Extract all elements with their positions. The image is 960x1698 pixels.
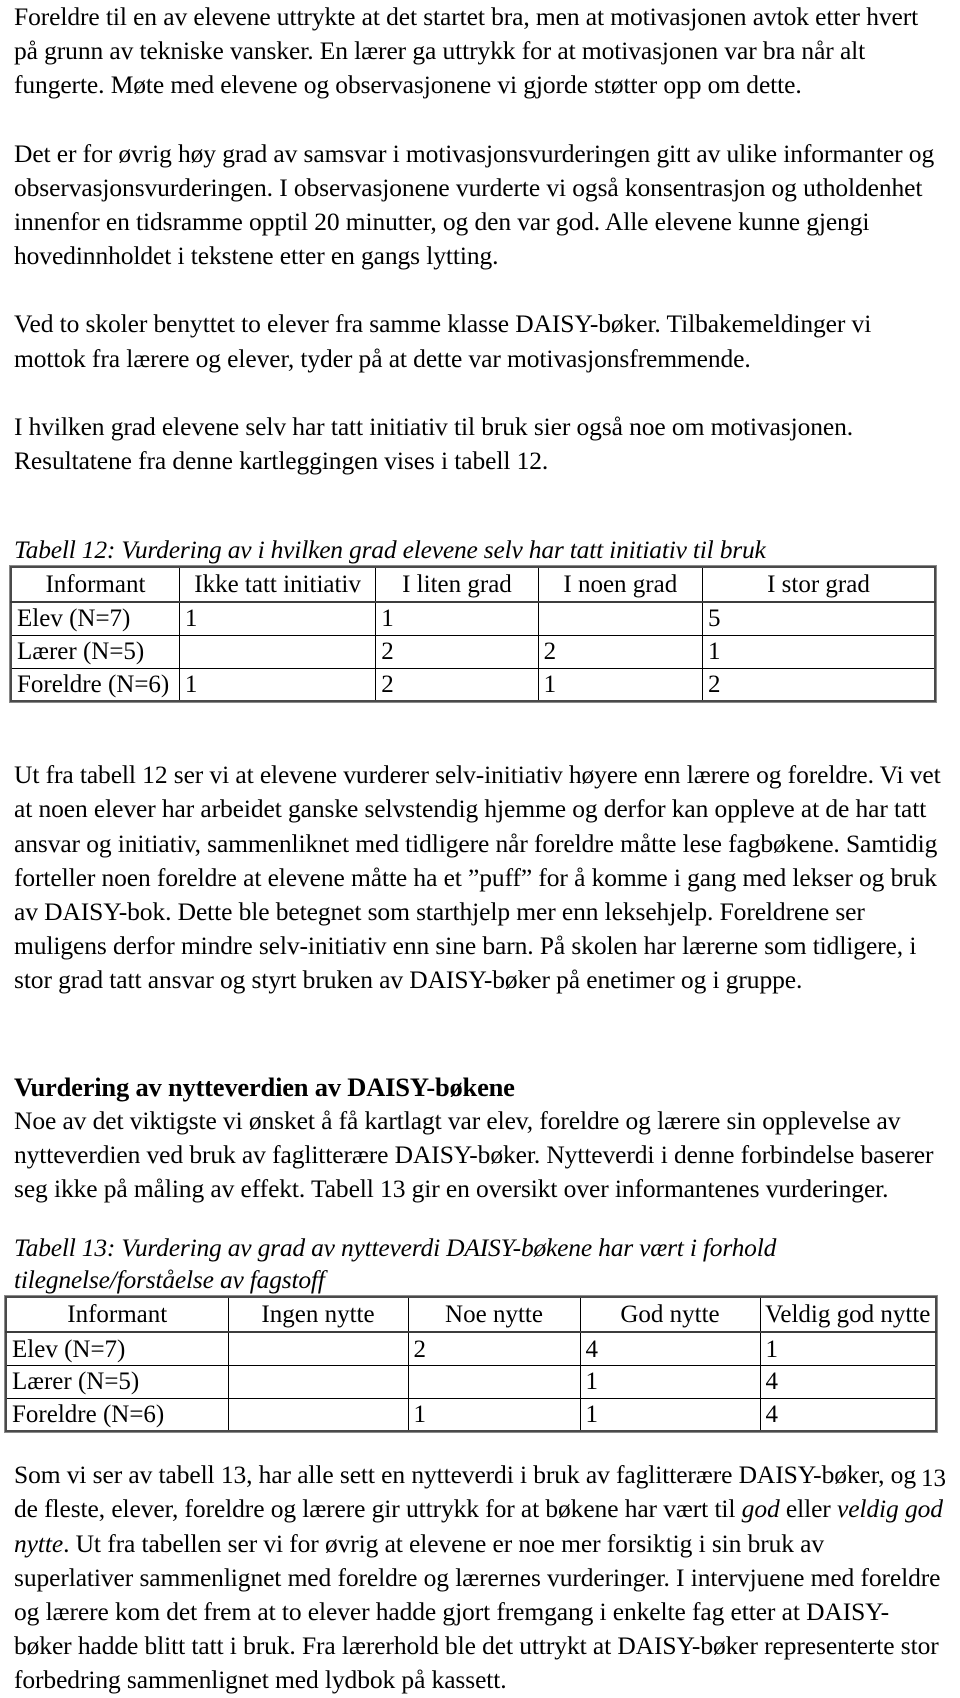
table-12-header-row: Informant Ikke tatt initiativ I liten gr… (10, 566, 936, 604)
table-13-header-cell: Veldig god nytte (759, 1296, 937, 1334)
table-12-cell: 2 (701, 667, 936, 702)
table-13-cell: 4 (579, 1331, 761, 1366)
table-12-cell (537, 601, 703, 636)
document-page: Foreldre til en av elevene uttrykte at d… (0, 0, 960, 1694)
table-12-row-label: Elev (N=7) (10, 601, 180, 636)
table-13-row-label: Elev (N=7) (5, 1331, 229, 1366)
table-12-cell: 2 (537, 634, 703, 669)
table-13-cell: 4 (759, 1397, 937, 1432)
paragraph-2: Det er for øvrig høy grad av samsvar i m… (14, 138, 935, 271)
paragraph-1: Foreldre til en av elevene uttrykte at d… (14, 2, 919, 100)
table-row: Lærer (N=5) 1 4 (5, 1364, 937, 1399)
emphasis-god: god (741, 1494, 780, 1524)
table-13: Informant Ingen nytte Noe nytte God nytt… (4, 1295, 938, 1434)
table-row: Foreldre (N=6) 1 1 4 (5, 1397, 937, 1432)
paragraph-5: Ut fra tabell 12 ser vi at elevene vurde… (14, 760, 941, 995)
paragraph-7-part-3: . Ut fra tabellen ser vi for øvrig at el… (14, 1528, 941, 1695)
table-row: Elev (N=7) 2 4 1 (5, 1331, 937, 1366)
table-12-header-cell: I stor grad (701, 566, 936, 604)
table-13-header-row: Informant Ingen nytte Noe nytte God nytt… (5, 1296, 937, 1334)
table-row: Foreldre (N=6) 1 2 1 2 (10, 667, 936, 702)
table-13-cell: 1 (579, 1397, 761, 1432)
table-13-header-cell: Ingen nytte (227, 1296, 409, 1334)
table-13-header-cell: Informant (5, 1296, 229, 1334)
table-13-cell (227, 1397, 409, 1432)
table-13-cell (407, 1364, 581, 1399)
table-13-row-label: Foreldre (N=6) (5, 1397, 229, 1432)
table-13-row-label: Lærer (N=5) (5, 1364, 229, 1399)
paragraph-6: Noe av det viktigste vi ønsket å få kart… (14, 1105, 934, 1204)
table-12-cell: 2 (375, 667, 539, 702)
table-12-cell: 1 (537, 667, 703, 702)
table-13-cell (227, 1364, 409, 1399)
table-13-cell: 1 (759, 1331, 937, 1366)
section-heading: Vurdering av nytteverdien av DAISY-bøken… (14, 1071, 515, 1102)
table-13-caption-line-1: Tabell 13: Vurdering av grad av nyttever… (14, 1233, 777, 1263)
table-row: Lærer (N=5) 2 2 1 (10, 634, 936, 669)
table-12-cell: 5 (701, 601, 936, 636)
paragraph-7: Som vi ser av tabell 13, har alle sett e… (14, 1458, 946, 1697)
table-13-caption-line-2: tilegnelse/forståelse av fagstoff (14, 1265, 325, 1295)
table-13-cell: 2 (407, 1331, 581, 1366)
table-12-cell: 1 (178, 601, 377, 636)
paragraph-3: Ved to skoler benyttet to elever fra sam… (14, 309, 872, 373)
table-13-cell: 1 (579, 1364, 761, 1399)
table-12-cell: 2 (375, 634, 539, 669)
table-12-cell: 1 (178, 667, 377, 702)
table-13-cell (227, 1331, 409, 1366)
table-12-caption: Tabell 12: Vurdering av i hvilken grad e… (14, 535, 766, 565)
table-12-cell: 1 (375, 601, 539, 636)
table-12-header-cell: I liten grad (375, 566, 539, 604)
table-12-header-cell: Informant (10, 566, 180, 604)
table-row: Elev (N=7) 1 1 5 (10, 601, 936, 636)
table-13-header-cell: Noe nytte (407, 1296, 581, 1334)
table-12-row-label: Foreldre (N=6) (10, 667, 180, 702)
table-12: Informant Ikke tatt initiativ I liten gr… (9, 565, 937, 704)
table-12-cell: 1 (701, 634, 936, 669)
table-12-header-cell: I noen grad (537, 566, 703, 604)
table-12-row-label: Lærer (N=5) (10, 634, 180, 669)
paragraph-4: I hvilken grad elevene selv har tatt ini… (14, 411, 854, 476)
table-13-cell: 1 (407, 1397, 581, 1432)
table-12-header-cell: Ikke tatt initiativ (178, 566, 377, 604)
paragraph-7-part-2: eller (779, 1494, 837, 1524)
table-13-header-cell: God nytte (579, 1296, 761, 1334)
page-number: 13 (921, 1465, 946, 1492)
table-13-cell: 4 (759, 1364, 937, 1399)
table-12-cell (178, 634, 377, 669)
